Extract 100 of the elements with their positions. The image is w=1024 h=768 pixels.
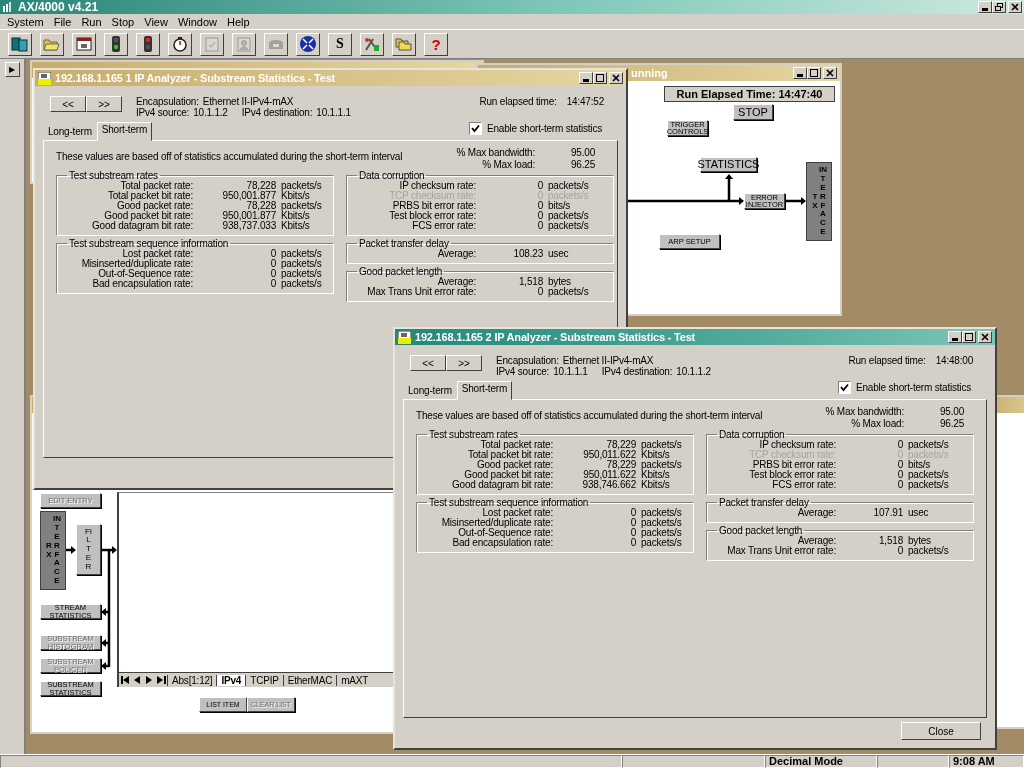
- stat-unit: packets/s: [908, 480, 950, 490]
- stat-unit: Kbits/s: [641, 450, 670, 460]
- stat-unit: packets/s: [908, 546, 950, 556]
- stat-value: 0: [896, 460, 903, 470]
- interface-block[interactable]: RX INTERFACE: [40, 511, 66, 590]
- stat-label: FCS error rate:: [411, 221, 476, 231]
- group-title: Data corruption: [718, 429, 785, 440]
- field-value: 96.25: [569, 159, 595, 170]
- stat-unit: packets/s: [281, 201, 323, 211]
- minimize-button[interactable]: [978, 1, 992, 13]
- field-label: % Max load:: [481, 159, 535, 170]
- folder-icon[interactable]: [40, 32, 64, 56]
- last-page-button[interactable]: [155, 674, 167, 686]
- menu-item[interactable]: File: [48, 15, 77, 28]
- field-value: 14:47:52: [566, 96, 604, 107]
- field-label: Run elapsed time:: [848, 355, 926, 366]
- tab[interactable]: Short-term: [96, 122, 152, 141]
- previous-button[interactable]: [131, 674, 143, 686]
- sheet-tab[interactable]: mAXT: [336, 674, 373, 686]
- stat-label: Total packet rate:: [480, 440, 553, 450]
- stat-label: IP checksum rate:: [759, 440, 836, 450]
- stat-label: Max Trans Unit error rate:: [366, 287, 476, 297]
- letter-button[interactable]: S: [328, 32, 352, 56]
- menu-item[interactable]: System: [2, 15, 49, 28]
- windows-icon[interactable]: [8, 32, 32, 56]
- previous-button[interactable]: <<: [410, 355, 446, 371]
- help-button[interactable]: ?: [424, 32, 448, 56]
- stat-unit: packets/s: [548, 181, 590, 191]
- traffic-light-icon[interactable]: [104, 32, 128, 56]
- close-icon: [826, 69, 834, 77]
- minimize-button[interactable]: [793, 67, 807, 79]
- field-label: IPv4 source:: [496, 366, 550, 377]
- stat-value: 0: [629, 508, 636, 518]
- stat-label: Total packet bit rate:: [106, 191, 193, 201]
- stopwatch-icon[interactable]: [168, 32, 192, 56]
- traffic-light-icon[interactable]: [136, 32, 160, 56]
- maximize-button[interactable]: [593, 72, 607, 84]
- window-title: unning: [631, 67, 668, 79]
- tools-icon[interactable]: [360, 32, 384, 56]
- stat-value: 0: [896, 440, 903, 450]
- close-button[interactable]: [1008, 1, 1022, 13]
- checkbox-label: Enable short-term statistics: [487, 123, 602, 134]
- stat-unit: Kbits/s: [281, 221, 311, 231]
- close-button[interactable]: [609, 72, 623, 84]
- menu-item[interactable]: Window: [172, 15, 223, 28]
- field-label: IPv4 destination:: [241, 107, 313, 118]
- minimize-button[interactable]: [948, 331, 962, 343]
- menu-item[interactable]: Run: [76, 15, 107, 28]
- tab[interactable]: Long-term: [403, 383, 457, 399]
- menu-item[interactable]: View: [139, 15, 173, 28]
- close-button[interactable]: [978, 331, 992, 343]
- stat-label: Misinserted/duplicate rate:: [80, 259, 193, 269]
- status-pane: [877, 755, 949, 768]
- checkbox[interactable]: [469, 122, 482, 135]
- field-label: % Max load:: [850, 418, 904, 429]
- stat-label: Bad encapsulation rate:: [451, 538, 553, 548]
- tab[interactable]: Long-term: [43, 124, 97, 140]
- stat-unit: packets/s: [281, 181, 323, 191]
- interface-block[interactable]: TX INTERFACE: [806, 162, 832, 241]
- stat-value: 0: [537, 287, 543, 297]
- sheet-tab[interactable]: EtherMAC: [282, 674, 337, 686]
- window-icon[interactable]: [72, 32, 96, 56]
- stat-unit: packets/s: [908, 450, 950, 460]
- next-button[interactable]: >>: [86, 96, 122, 112]
- tab[interactable]: Short-term: [456, 381, 512, 400]
- field-label: Encapsulation:: [496, 355, 559, 366]
- minimize-button[interactable]: [579, 72, 593, 84]
- stat-label: Max Trans Unit error rate:: [726, 546, 836, 556]
- app-icon: [2, 1, 14, 13]
- next-button[interactable]: >>: [446, 355, 482, 371]
- stat-unit: packets/s: [548, 211, 590, 221]
- close-button[interactable]: [823, 67, 837, 79]
- stat-unit: packets/s: [281, 269, 323, 279]
- restore-button[interactable]: [992, 1, 1006, 13]
- first-page-button[interactable]: [119, 674, 131, 686]
- folders-icon[interactable]: [392, 32, 416, 56]
- stat-label: FCS error rate:: [771, 480, 836, 490]
- diagram-button[interactable]: STOP: [733, 104, 773, 120]
- maximize-button[interactable]: [807, 67, 821, 79]
- checkbox[interactable]: [838, 381, 851, 394]
- maximize-button[interactable]: [962, 331, 976, 343]
- description-text: These values are based off of statistics accumulated during the short-term interval: [416, 410, 763, 423]
- globe-icon[interactable]: [296, 32, 320, 56]
- stat-unit: packets/s: [281, 249, 323, 259]
- stat-unit: packets/s: [548, 191, 590, 201]
- stat-value: 1,518: [517, 277, 543, 287]
- expand-button[interactable]: ▶: [4, 62, 20, 77]
- stat-value: 938,737.033: [221, 221, 276, 231]
- close-button[interactable]: Close: [901, 722, 981, 740]
- filter-block[interactable]: FILTER: [76, 524, 101, 575]
- status-clock: 9:08 AM: [949, 755, 1024, 768]
- menu-item[interactable]: Stop: [106, 15, 140, 28]
- stat-label: Good packet bit rate:: [104, 211, 193, 221]
- sheet-tab[interactable]: TCPIP: [245, 674, 283, 686]
- sheet-tab[interactable]: IPv4: [216, 674, 246, 686]
- field-value: 96.25: [938, 418, 964, 429]
- menu-item[interactable]: Help: [222, 15, 255, 28]
- stat-unit: Kbits/s: [281, 191, 310, 201]
- previous-button[interactable]: <<: [50, 96, 86, 112]
- stat-value: 0: [896, 470, 903, 480]
